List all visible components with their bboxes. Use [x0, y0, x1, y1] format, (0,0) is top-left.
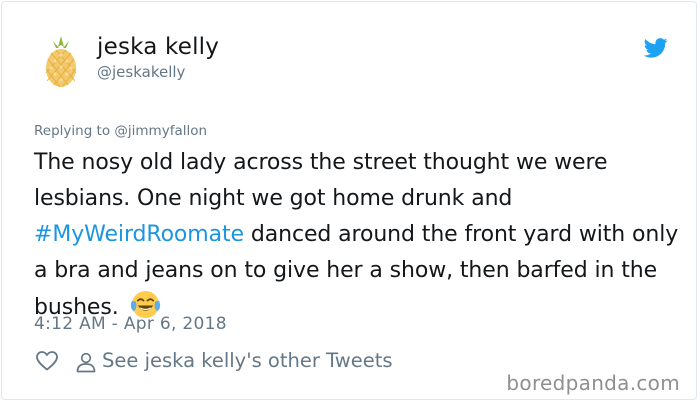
reply-mention-link[interactable]: @jimmyfallon [114, 123, 207, 139]
boredpanda-watermark: boredpanda.com [506, 371, 680, 395]
pineapple-avatar-icon[interactable] [38, 35, 84, 89]
author-display-name[interactable]: jeska kelly [97, 34, 219, 60]
replying-to: Replying to @jimmyfallon [34, 123, 207, 139]
heart-icon[interactable] [35, 349, 59, 373]
tweet-text: The nosy old lady across the street thou… [34, 145, 684, 326]
replying-prefix: Replying to [34, 123, 115, 139]
hashtag-link[interactable]: #MyWeirdRoomate [34, 222, 244, 247]
tweet-text-part-1: The nosy old lady across the street thou… [34, 150, 608, 211]
author-handle[interactable]: @jeskakelly [97, 63, 185, 81]
twitter-bird-icon[interactable] [644, 38, 668, 58]
other-tweets-link[interactable]: See jeska kelly's other Tweets [102, 349, 393, 372]
tweet-card: jeska kelly @jeskakelly Replying to @jim… [1, 1, 697, 400]
person-icon [76, 352, 96, 373]
tweet-timestamp[interactable]: 4:12 AM - Apr 6, 2018 [34, 314, 227, 334]
